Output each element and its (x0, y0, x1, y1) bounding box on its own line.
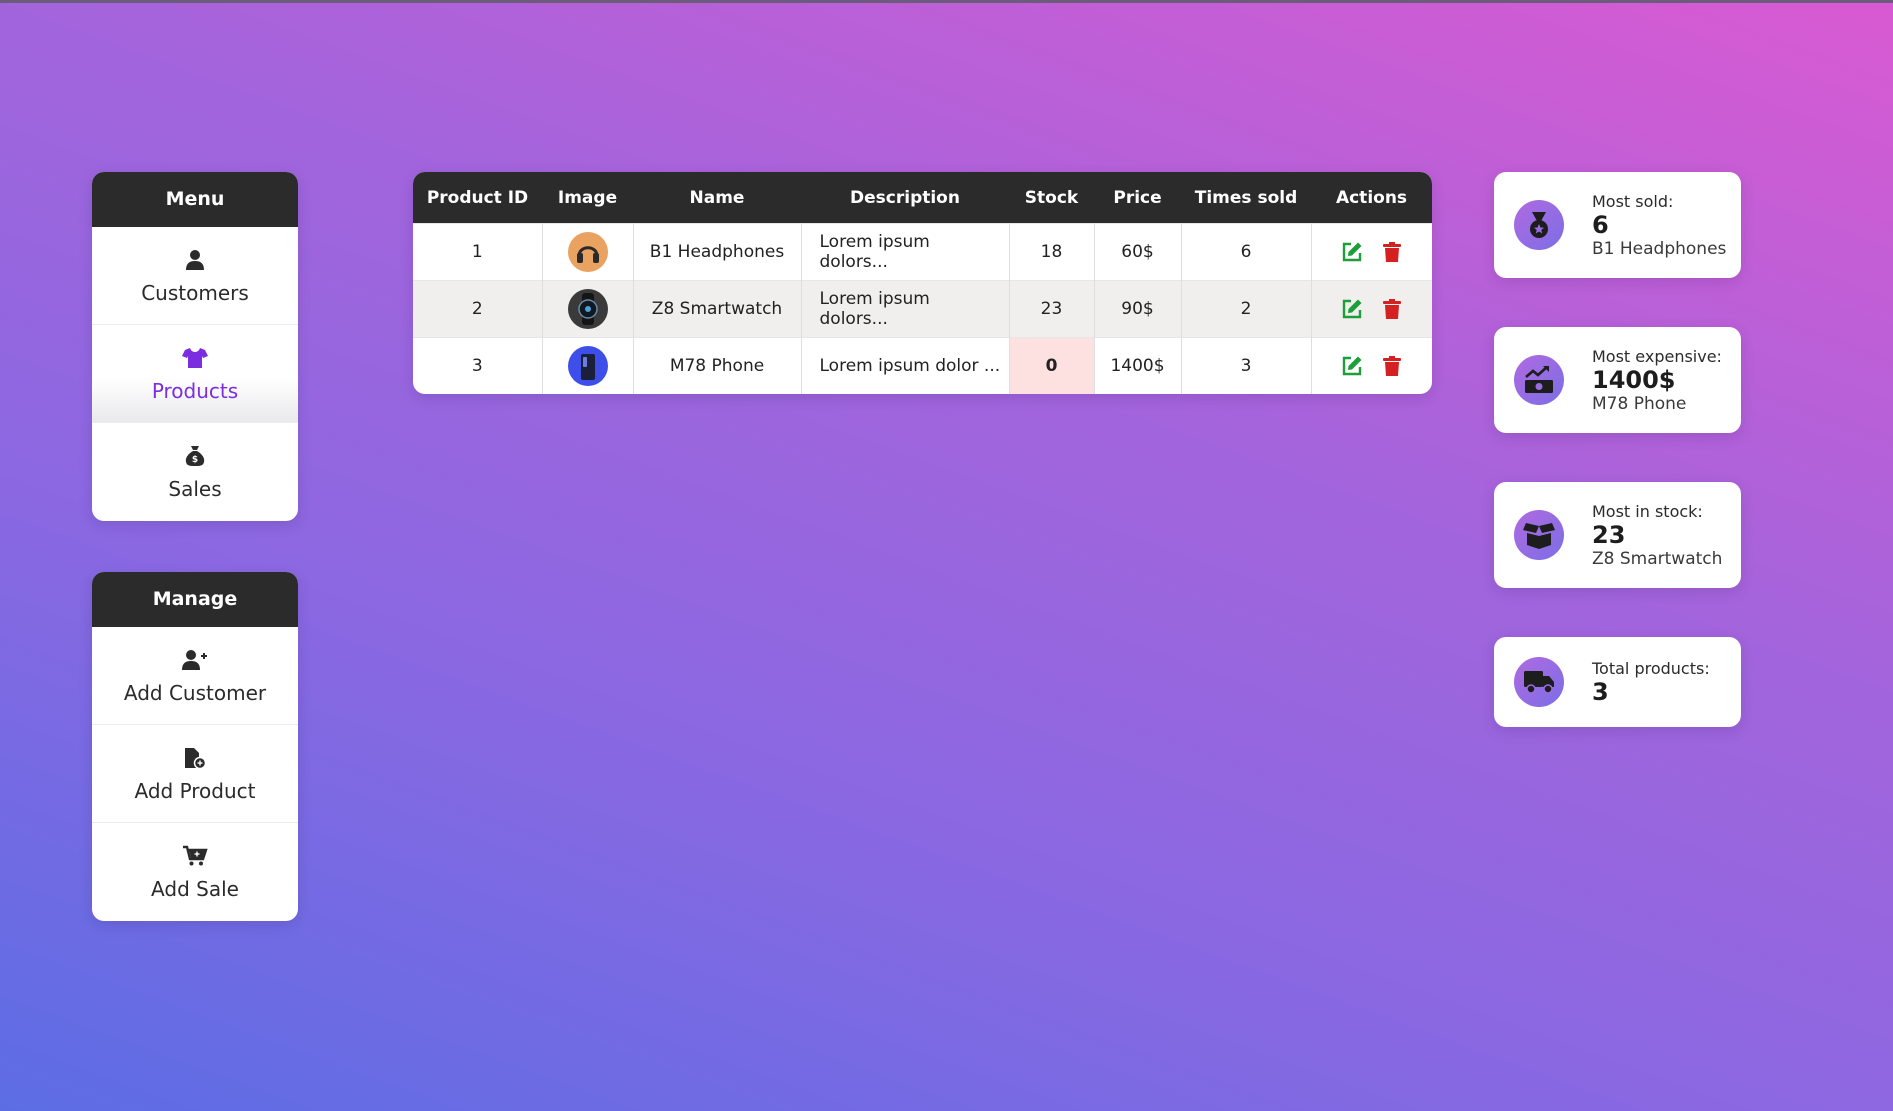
col-header-price: Price (1094, 172, 1181, 224)
edit-icon[interactable] (1340, 297, 1364, 321)
money-bag-icon: $ (184, 443, 206, 469)
manage-item-add-sale[interactable]: Add Sale (92, 823, 298, 921)
phone-thumbnail (567, 346, 608, 386)
cell-stock-out-of-stock: 0 (1009, 337, 1095, 394)
trash-icon[interactable] (1380, 297, 1404, 321)
col-header-actions: Actions (1311, 172, 1432, 224)
truck-icon (1514, 657, 1564, 707)
cell-product-id: 1 (413, 223, 543, 281)
table-header-row: Product ID Image Name Description Stock … (413, 172, 1432, 224)
stat-subtext: B1 Headphones (1592, 238, 1727, 259)
col-header-name: Name (633, 172, 801, 224)
manage-item-label: Add Product (134, 778, 256, 803)
headphones-thumbnail (567, 232, 608, 272)
cell-price: 1400$ (1094, 337, 1182, 394)
stat-subtext: M78 Phone (1592, 393, 1687, 414)
open-box-icon (1514, 510, 1564, 560)
money-trend-icon (1514, 355, 1564, 405)
col-header-stock: Stock (1009, 172, 1094, 224)
cell-description: Lorem ipsum dolors... (801, 223, 1010, 281)
trash-icon[interactable] (1380, 354, 1404, 378)
menu-item-label: Customers (141, 280, 249, 305)
cell-name: B1 Headphones (633, 223, 802, 281)
menu-panel: Menu Customers Products $ Sales (92, 172, 298, 521)
cell-actions (1311, 223, 1432, 281)
stat-card-most-sold: Most sold: 6 B1 Headphones (1494, 172, 1741, 278)
stat-card-most-expensive: Most expensive: 1400$ M78 Phone (1494, 327, 1741, 433)
cell-description: Lorem ipsum dolors... (801, 280, 1010, 338)
trash-icon[interactable] (1380, 240, 1404, 264)
menu-title: Menu (92, 172, 298, 227)
cell-price: 90$ (1094, 280, 1182, 338)
cell-product-id: 3 (413, 337, 543, 394)
user-plus-icon (182, 647, 208, 673)
stat-label: Most in stock: (1592, 501, 1703, 521)
cell-actions (1311, 280, 1432, 338)
file-plus-icon (183, 745, 207, 771)
stat-value: 1400$ (1592, 365, 1676, 394)
cell-image (542, 337, 634, 394)
manage-item-label: Add Customer (123, 680, 267, 705)
table-row: 2 Z8 Smartwatch Lorem ipsum dolors... 23… (413, 280, 1432, 338)
col-header-times-sold: Times sold (1181, 172, 1311, 224)
cell-times-sold: 6 (1181, 223, 1312, 281)
stat-label: Most expensive: (1592, 346, 1722, 366)
manage-title: Manage (92, 572, 298, 627)
stat-value: 3 (1592, 677, 1609, 706)
manage-item-add-customer[interactable]: Add Customer (92, 627, 298, 725)
smartwatch-thumbnail (567, 289, 608, 329)
svg-text:$: $ (192, 455, 198, 465)
user-icon (185, 247, 205, 273)
edit-icon[interactable] (1340, 354, 1364, 378)
table-row: 1 B1 Headphones Lorem ipsum dolors... 18… (413, 223, 1432, 281)
top-border (0, 0, 1893, 3)
stat-subtext: Z8 Smartwatch (1592, 548, 1723, 569)
cell-times-sold: 2 (1181, 280, 1312, 338)
menu-item-label: Products (151, 378, 239, 403)
cell-price: 60$ (1094, 223, 1182, 281)
stat-value: 6 (1592, 210, 1609, 239)
cell-name: M78 Phone (633, 337, 802, 394)
col-header-image: Image (542, 172, 633, 224)
manage-panel: Manage Add Customer Add Product Add Sale (92, 572, 298, 921)
manage-item-add-product[interactable]: Add Product (92, 725, 298, 823)
cell-stock: 18 (1009, 223, 1095, 281)
cell-stock: 23 (1009, 280, 1095, 338)
cart-plus-icon (182, 843, 208, 869)
menu-item-products[interactable]: Products (92, 325, 298, 423)
cell-times-sold: 3 (1181, 337, 1312, 394)
products-table: Product ID Image Name Description Stock … (413, 172, 1432, 394)
stat-card-most-in-stock: Most in stock: 23 Z8 Smartwatch (1494, 482, 1741, 588)
cell-image (542, 280, 634, 338)
menu-item-customers[interactable]: Customers (92, 227, 298, 325)
menu-item-label: Sales (168, 477, 222, 501)
cell-product-id: 2 (413, 280, 543, 338)
stat-value: 23 (1592, 520, 1626, 549)
stat-label: Most sold: (1592, 191, 1674, 211)
menu-item-sales[interactable]: $ Sales (92, 423, 298, 521)
col-header-product-id: Product ID (413, 172, 542, 224)
stat-label: Total products: (1592, 658, 1710, 678)
stat-card-total-products: Total products: 3 (1494, 637, 1741, 727)
medal-icon (1514, 200, 1564, 250)
cell-description: Lorem ipsum dolor ... (801, 337, 1010, 394)
cell-image (542, 223, 634, 281)
cell-name: Z8 Smartwatch (633, 280, 802, 338)
manage-item-label: Add Sale (151, 877, 239, 901)
shirt-icon (182, 345, 208, 371)
table-row: 3 M78 Phone Lorem ipsum dolor ... 0 1400… (413, 337, 1432, 394)
col-header-description: Description (801, 172, 1009, 224)
edit-icon[interactable] (1340, 240, 1364, 264)
cell-actions (1311, 337, 1432, 394)
